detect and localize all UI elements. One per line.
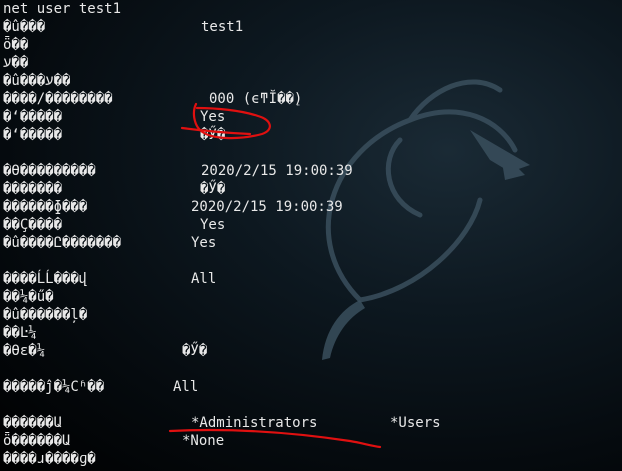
field-label-local-group-memberships: ������Ա <box>3 415 63 431</box>
field-value-password-changeable: 2020/2/15 19:00:39 <box>191 199 343 215</box>
field-label-comment: ע�� <box>3 55 29 71</box>
command-line: net user test1 <box>3 1 122 17</box>
field-value-password-last-set: 2020/2/15 19:00:39 <box>201 163 353 179</box>
field-value-logon-hours-allowed: All <box>173 379 199 395</box>
field-value-password-required: Yes <box>200 217 226 233</box>
field-value-account-active: Yes <box>200 109 226 125</box>
field-label-logon-hours-allowed: �����ĵ�¼Сʱ�� <box>3 379 105 395</box>
command-completed-message: ����ɹ����ɡ� <box>3 451 96 467</box>
field-label-password-changeable: ������ɸ��� <box>3 199 88 215</box>
field-value-password-expires: �Ӳ� <box>200 181 226 197</box>
field-label-password-expires: ������� <box>3 181 63 197</box>
field-label-home-directory: ��Ŀ¼ <box>3 325 37 341</box>
field-value-global-group: *None <box>182 433 225 449</box>
field-label-username: �û��� <box>3 19 46 35</box>
field-value-last-logon: �Ӳ� <box>182 343 208 359</box>
field-label-user-may-change-password: �û����Ը������� <box>3 235 122 251</box>
field-label-account-active: �ʻ����� <box>3 109 63 125</box>
field-label-password-last-set: �ϴ��������� <box>3 163 96 179</box>
field-value-username: test1 <box>201 19 244 35</box>
terminal-window[interactable]: net user test1 �û��� test1 ȫ�� ע�� �û���… <box>0 0 622 471</box>
field-value-local-group-users: *Users <box>390 415 441 431</box>
field-label-account-expires: �ʻ����� <box>3 127 63 143</box>
field-value-country-code: 000 (ϵͳĬ��ֵ) <box>209 91 303 107</box>
field-label-password-required: ��Ҫ���� <box>3 217 63 233</box>
field-label-last-logon: �ϴε�¼ <box>3 343 46 359</box>
field-value-account-expires: �Ӳ� <box>200 127 226 143</box>
field-label-global-group-memberships: ȫ������Ա <box>3 433 71 449</box>
field-value-user-may-change-password: Yes <box>191 235 217 251</box>
field-label-country-code: ����/�������� <box>3 91 113 107</box>
field-label-user-comment: �û���ע�� <box>3 73 71 89</box>
field-value-workstations-allowed: All <box>191 271 217 287</box>
field-label-fullname: ȫ�� <box>3 37 29 53</box>
field-value-local-group-administrators: *Administrators <box>191 415 318 431</box>
field-label-user-profile: �û������ļ� <box>3 307 88 323</box>
field-label-logon-script: ��¼�ű� <box>3 289 54 305</box>
field-label-workstations-allowed: ����ĹĹ���վ <box>3 271 88 287</box>
